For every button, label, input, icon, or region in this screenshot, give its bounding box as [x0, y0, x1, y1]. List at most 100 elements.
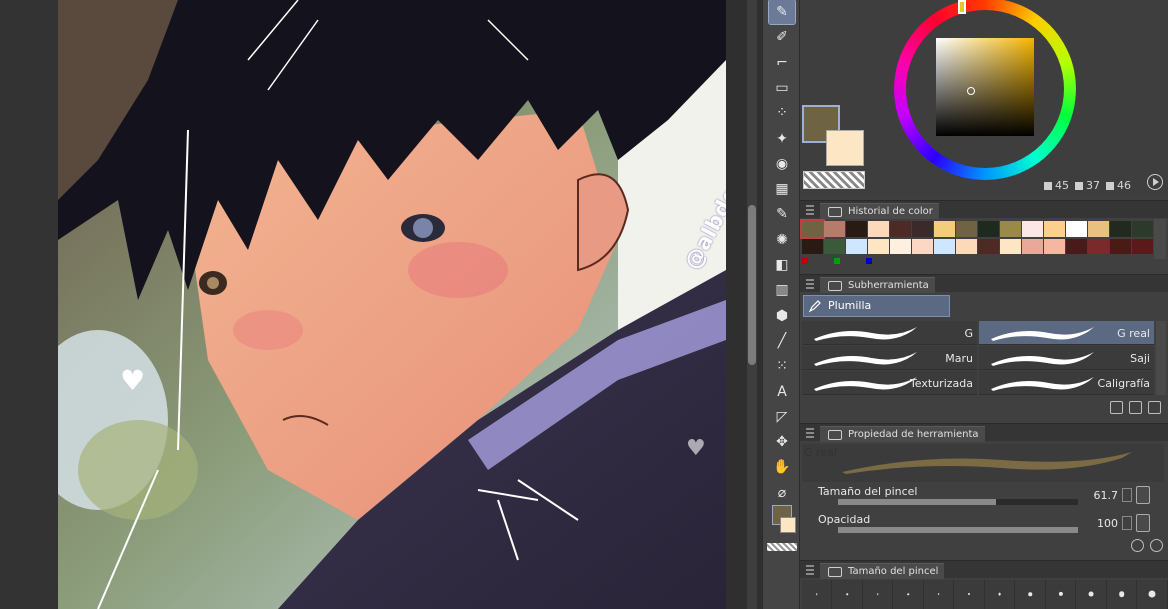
3d-cube-icon[interactable]: ⬢ — [769, 304, 795, 328]
gradient-icon[interactable]: ▥ — [769, 278, 795, 302]
history-swatch[interactable] — [1044, 239, 1065, 254]
eraser-purple-icon[interactable]: ✐ — [769, 25, 795, 49]
toolbar-transparent-color[interactable] — [767, 543, 797, 551]
brush-size-preset[interactable] — [1138, 580, 1168, 609]
blend-drops-icon[interactable]: ◉ — [769, 152, 795, 176]
saturation-value-square[interactable] — [936, 38, 1034, 136]
history-swatch[interactable] — [1110, 239, 1131, 254]
history-swatch[interactable] — [846, 239, 867, 254]
history-swatch[interactable] — [1088, 221, 1109, 237]
brush-size-preset[interactable] — [894, 580, 924, 609]
history-swatch[interactable] — [890, 239, 911, 254]
brush-size-slider[interactable] — [838, 499, 1078, 505]
history-swatch[interactable] — [824, 239, 845, 254]
pen-tool-icon[interactable]: ✎ — [768, 0, 796, 25]
brush-size-preset[interactable] — [1046, 580, 1076, 609]
panel-grip-icon[interactable] — [806, 565, 814, 575]
sparkle-icon[interactable]: ✦ — [769, 127, 795, 151]
transparent-color-swatch[interactable] — [803, 171, 865, 189]
history-swatch[interactable] — [868, 239, 889, 254]
brush-item[interactable]: G — [802, 321, 977, 345]
vector-pen-icon[interactable]: ✎ — [769, 202, 795, 226]
brush-item[interactable]: Maru — [802, 346, 977, 370]
fill-bucket-icon[interactable]: ◧ — [769, 253, 795, 277]
text-icon[interactable]: A — [769, 380, 795, 404]
history-swatch[interactable] — [978, 221, 999, 237]
brush-size-preset[interactable] — [833, 580, 863, 609]
opacity-slider[interactable] — [838, 527, 1078, 533]
download-icon[interactable] — [1110, 401, 1123, 414]
panel-grip-icon[interactable] — [806, 279, 814, 289]
history-swatch[interactable] — [912, 239, 933, 254]
trash-icon[interactable] — [1148, 401, 1161, 414]
history-swatch[interactable] — [1022, 221, 1043, 237]
history-swatch[interactable] — [846, 221, 867, 237]
history-scrollbar[interactable] — [1154, 219, 1166, 259]
brush-size-preset[interactable] — [863, 580, 893, 609]
hand-icon[interactable]: ✋ — [769, 455, 795, 479]
opacity-row[interactable]: Opacidad 100 — [802, 511, 1154, 535]
move-icon[interactable]: ✥ — [769, 430, 795, 454]
drawing-canvas[interactable]: ♥ ♥ @albdgreen — [58, 0, 726, 609]
burst-icon[interactable]: ✺ — [769, 228, 795, 252]
panel-grip-icon[interactable] — [806, 205, 814, 215]
sv-cursor[interactable] — [967, 87, 975, 95]
brush-size-preset[interactable] — [985, 580, 1015, 609]
brush-size-preset[interactable] — [1016, 580, 1046, 609]
selection-icon[interactable]: ⁙ — [769, 354, 795, 378]
history-swatch[interactable] — [1000, 239, 1021, 254]
tab-color-history[interactable]: Historial de color — [820, 203, 939, 219]
hue-marker[interactable] — [958, 0, 966, 14]
history-swatch[interactable] — [1022, 239, 1043, 254]
history-swatch[interactable] — [934, 239, 955, 254]
history-swatch[interactable] — [1110, 221, 1131, 237]
eraser-icon[interactable]: ▭ — [769, 76, 795, 100]
brush-size-preset[interactable] — [802, 580, 832, 609]
history-swatch[interactable] — [1088, 239, 1109, 254]
brush-size-preset[interactable] — [1107, 580, 1137, 609]
subtool-group-pen[interactable]: Plumilla — [803, 295, 950, 317]
history-swatch[interactable] — [978, 239, 999, 254]
brush-size-spinner[interactable] — [1122, 488, 1132, 502]
history-swatch[interactable] — [1066, 221, 1087, 237]
history-swatch[interactable] — [1044, 221, 1065, 237]
brush-item[interactable]: Texturizada — [802, 371, 977, 395]
history-swatch[interactable] — [824, 221, 845, 237]
history-swatch[interactable] — [800, 219, 825, 239]
duplicate-icon[interactable] — [1129, 401, 1142, 414]
history-swatch[interactable] — [1066, 239, 1087, 254]
history-swatch[interactable] — [868, 221, 889, 237]
panel-grip-icon[interactable] — [806, 428, 814, 438]
brush-item[interactable]: G real — [979, 321, 1154, 345]
brush-size-dropdown[interactable] — [1136, 486, 1150, 504]
wrench-icon[interactable] — [1150, 539, 1163, 552]
brush-list-scrollbar[interactable] — [1156, 321, 1166, 395]
brush-item[interactable]: Saji — [979, 346, 1154, 370]
brush-size-preset[interactable] — [924, 580, 954, 609]
opacity-spinner[interactable] — [1122, 516, 1132, 530]
brush-item[interactable]: Caligrafía — [979, 371, 1154, 395]
sub-color-swatch[interactable] — [826, 130, 864, 166]
tab-tool-property[interactable]: Propiedad de herramienta — [820, 426, 985, 442]
history-swatch[interactable] — [1132, 221, 1153, 237]
opacity-link-button[interactable] — [1136, 514, 1150, 532]
spray-icon[interactable]: ⁘ — [769, 101, 795, 125]
tab-subtool[interactable]: Subherramienta — [820, 277, 935, 293]
history-swatch[interactable] — [956, 239, 977, 254]
history-swatch[interactable] — [956, 221, 977, 237]
brush-size-preset[interactable] — [1077, 580, 1107, 609]
brush-size-row[interactable]: Tamaño del pincel 61.7 — [802, 483, 1154, 507]
history-swatch[interactable] — [802, 239, 823, 254]
line-icon[interactable]: ╱ — [769, 329, 795, 353]
eyedropper-icon[interactable]: ⌀ — [769, 481, 795, 505]
grid-icon[interactable]: ▦ — [769, 177, 795, 201]
history-swatch[interactable] — [934, 221, 955, 237]
ruler-icon[interactable]: ◸ — [769, 405, 795, 429]
dropper-icon[interactable]: ⌐ — [769, 51, 795, 75]
history-swatch[interactable] — [890, 221, 911, 237]
tab-brush-size[interactable]: Tamaño del pincel — [820, 563, 945, 579]
play-icon[interactable] — [1147, 174, 1163, 190]
brush-size-preset[interactable] — [955, 580, 985, 609]
history-swatch[interactable] — [1132, 239, 1153, 254]
history-swatch[interactable] — [1000, 221, 1021, 237]
